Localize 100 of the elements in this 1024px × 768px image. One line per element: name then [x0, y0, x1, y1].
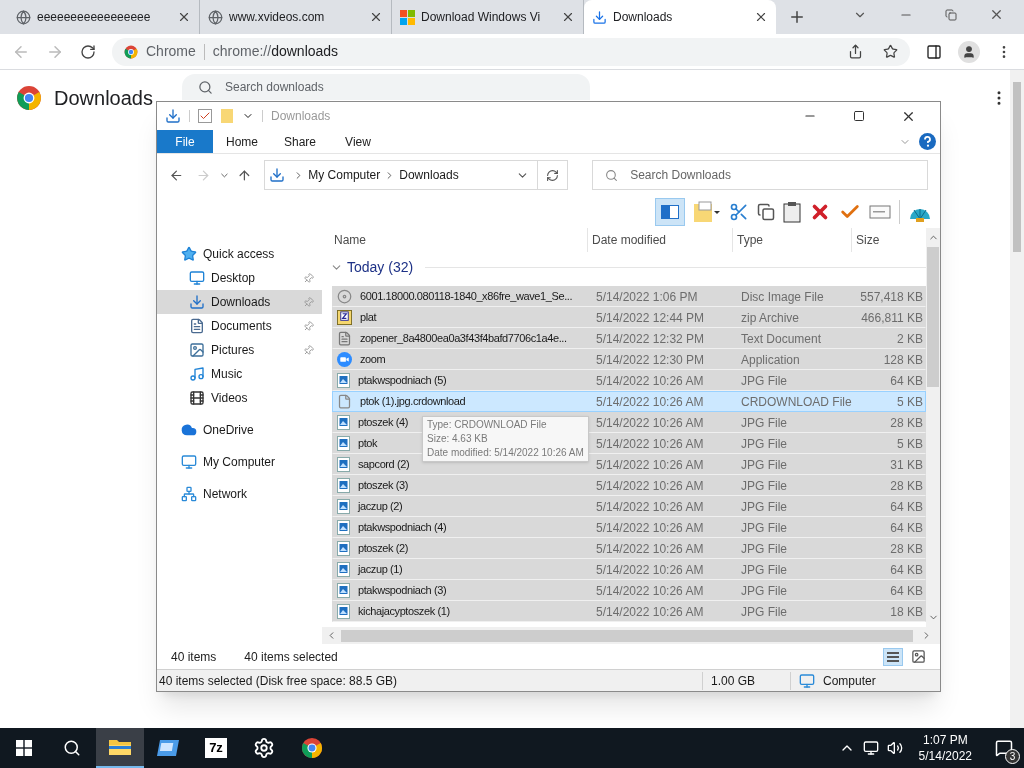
file-row[interactable]: ptoszek (3) 5/14/2022 10:26 AM JPG File 28 KB	[332, 475, 926, 496]
column-header[interactable]: Size	[852, 228, 922, 252]
reload-icon[interactable]	[80, 43, 96, 60]
size-cell-text: 128 KB	[882, 351, 924, 369]
text-file-icon	[337, 331, 352, 346]
music-note-icon	[189, 366, 205, 382]
date-cell-text: 5/14/2022 10:26 AM	[595, 603, 705, 621]
close-icon[interactable]	[369, 10, 383, 24]
new-tab-icon[interactable]	[788, 8, 806, 26]
notification-button[interactable]: 3	[984, 728, 1024, 768]
close-icon[interactable]	[177, 10, 191, 24]
sidebar-item[interactable]: OneDrive	[157, 418, 322, 442]
file-row[interactable]: ptakwspodniach (4) 5/14/2022 10:26 AM JPG File 64 KB	[332, 517, 926, 538]
browser-tab[interactable]: www.xvideos.com	[200, 0, 392, 34]
browser-tab[interactable]: Download Windows Vi	[392, 0, 584, 34]
ribbon-tab[interactable]: Home	[213, 130, 271, 153]
copy-icon[interactable]	[757, 203, 775, 221]
sidebar-item[interactable]: Desktop	[157, 266, 322, 290]
size-cell-text: 466,811 KB	[860, 309, 924, 327]
sidebar-item[interactable]: Documents	[157, 314, 322, 338]
taskbar-app[interactable]: 7z	[192, 728, 240, 768]
file-row[interactable]: ptakwspodniach (5) 5/14/2022 10:26 AM JPG File 64 KB	[332, 370, 926, 391]
clock[interactable]: 1:07 PM 5/14/2022	[906, 732, 984, 764]
size-cell-text: 18 KB	[889, 603, 924, 621]
address-bar[interactable]: Chrome chrome://downloads	[112, 37, 910, 66]
size-cell-text: 64 KB	[889, 498, 924, 516]
address-bar[interactable]: My Computer Downloads	[264, 160, 569, 190]
vertical-scrollbar[interactable]	[926, 228, 940, 627]
computer-icon	[181, 454, 197, 470]
browser-tab[interactable]: Downloads	[584, 0, 776, 34]
close-icon[interactable]	[561, 10, 575, 24]
type-cell-text: JPG File	[740, 372, 788, 390]
sidebar-item[interactable]: Videos	[157, 386, 322, 410]
file-row[interactable]: 6001.18000.080118-1840_x86fre_wave1_Se... 5/14/2022 1:06 PM Disc Image File 557,418 KB	[332, 286, 926, 307]
sidebar-item[interactable]: Network	[157, 482, 322, 506]
file-row[interactable]: zoom 5/14/2022 12:30 PM Application 128 KB	[332, 349, 926, 370]
image-file-icon	[337, 604, 350, 619]
sidebar-item[interactable]: Quick access	[157, 242, 322, 266]
sidebar-item[interactable]: Downloads	[157, 290, 322, 314]
image-file-icon	[337, 457, 350, 472]
file-name: ptakwspodniach (4)	[358, 520, 447, 536]
ribbon-tab[interactable]: File	[157, 130, 213, 153]
search-field[interactable]: Search downloads	[182, 74, 590, 100]
layout-toggle-icon[interactable]	[655, 198, 685, 226]
column-header[interactable]: Name	[330, 228, 588, 252]
restore-icon[interactable]	[945, 8, 957, 21]
sidebar-item[interactable]: Pictures	[157, 338, 322, 362]
page-scrollbar[interactable]	[1010, 70, 1024, 728]
search-field[interactable]: Search Downloads	[592, 160, 928, 190]
disc-file-icon	[337, 289, 352, 304]
breadcrumb-item[interactable]: My Computer	[308, 166, 381, 184]
ribbon-tab[interactable]: Share	[271, 130, 329, 153]
maximize-icon[interactable]	[853, 110, 865, 122]
thumbnails-view-icon[interactable]	[911, 649, 926, 664]
file-row[interactable]: jaczup (2) 5/14/2022 10:26 AM JPG File 64 KB	[332, 496, 926, 517]
file-row[interactable]: ptoszek (2) 5/14/2022 10:26 AM JPG File 28 KB	[332, 538, 926, 559]
file-row[interactable]: jaczup (1) 5/14/2022 10:26 AM JPG File 64 KB	[332, 559, 926, 580]
browser-tab[interactable]: eeeeeeeeeeeeeeeee	[8, 0, 200, 34]
video-camera-icon	[337, 352, 352, 367]
breadcrumb-item[interactable]: Downloads	[399, 166, 459, 184]
share-icon[interactable]	[848, 44, 863, 59]
file-row[interactable]: kichajacyptoszek (1) 5/14/2022 10:26 AM JPG File 18 KB	[332, 601, 926, 622]
sidebar-item[interactable]: Music	[157, 362, 322, 386]
type-cell-text: JPG File	[740, 561, 788, 579]
refresh-icon[interactable]	[546, 168, 560, 182]
profile-avatar[interactable]	[958, 40, 980, 63]
ribbon-tab[interactable]: View	[329, 130, 387, 153]
type-cell-text: JPG File	[740, 435, 788, 453]
cut-icon[interactable]	[729, 202, 749, 222]
help-icon[interactable]	[919, 133, 936, 150]
details-view-icon[interactable]	[883, 647, 903, 666]
file-name: ptoszek (2)	[358, 541, 408, 557]
volume-icon[interactable]	[886, 740, 903, 756]
column-header[interactable]: Type	[733, 228, 852, 252]
file-row[interactable]: plat 5/14/2022 12:44 PM zip Archive 466,811 KB	[332, 307, 926, 328]
file-name: ptoszek (3)	[358, 478, 408, 494]
file-row[interactable]: ptakwspodniach (3) 5/14/2022 10:26 AM JPG File 64 KB	[332, 580, 926, 601]
bookmark-star-icon[interactable]	[883, 44, 898, 59]
horizontal-scrollbar[interactable]	[322, 627, 940, 644]
envelope-icon[interactable]	[869, 204, 891, 220]
size-cell-text: 28 KB	[889, 414, 924, 432]
file-name: jaczup (1)	[358, 562, 403, 578]
sidebar-item[interactable]: My Computer	[157, 450, 322, 474]
file-name: ptok (1).jpg.crdownload	[360, 394, 466, 410]
column-header[interactable]: Date modified	[588, 228, 733, 252]
network-icon[interactable]	[862, 740, 879, 756]
date-cell-text: 5/14/2022 10:26 AM	[595, 519, 705, 537]
date-cell-text: 5/14/2022 10:26 AM	[595, 540, 705, 558]
file-name: kichajacyptoszek (1)	[358, 604, 450, 620]
properties-icon[interactable]	[198, 109, 212, 123]
file-row[interactable]: ptok (1).jpg.crdownload 5/14/2022 10:26 AM CRDOWNLOAD File 5 KB	[332, 391, 926, 412]
type-cell-text: Application	[740, 351, 801, 369]
group-header[interactable]: Today (32)	[330, 252, 926, 282]
image-file-icon	[337, 499, 350, 514]
close-icon[interactable]	[754, 10, 768, 24]
clipboard-icon[interactable]	[783, 201, 801, 223]
close-icon[interactable]	[989, 7, 1004, 22]
side-panel-icon[interactable]	[926, 43, 942, 60]
taskbar-app[interactable]	[96, 728, 144, 768]
file-row[interactable]: zopener_8a4800ea0a3f43f4bafd7706c1a4e... 5/14/2022 12:32 PM Text Document 2 KB	[332, 328, 926, 349]
